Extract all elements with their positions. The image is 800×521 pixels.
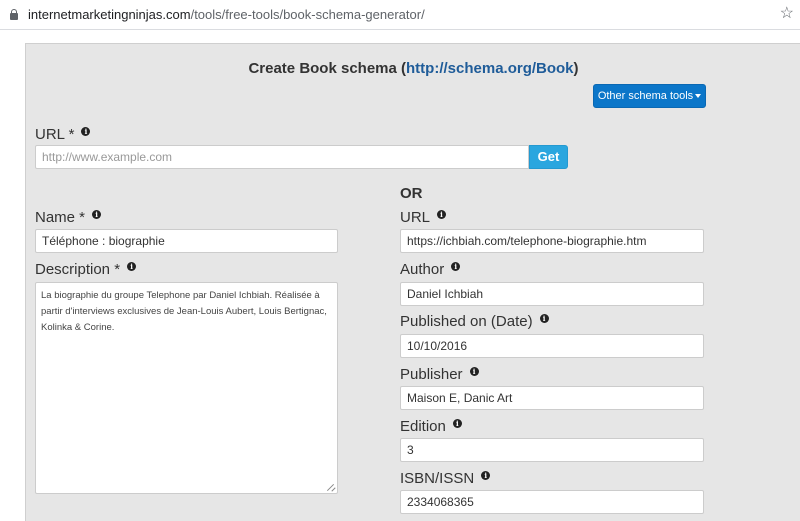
- info-icon[interactable]: i: [469, 367, 479, 376]
- author-label: Author i: [400, 261, 461, 278]
- url-label: URL * i: [35, 126, 91, 143]
- schema-form-panel: Create Book schema (http://schema.org/Bo…: [25, 43, 800, 521]
- isbn-label: ISBN/ISSN i: [400, 470, 491, 487]
- name-input[interactable]: Téléphone : biographie: [35, 229, 338, 253]
- resize-handle-icon[interactable]: [328, 484, 335, 491]
- schema-org-link[interactable]: http://schema.org/Book: [406, 60, 574, 77]
- get-button[interactable]: Get: [529, 145, 568, 169]
- publisher-label: Publisher i: [400, 366, 479, 383]
- author-input[interactable]: Daniel Ichbiah: [400, 282, 704, 306]
- published-label-text: Published on (Date): [400, 313, 533, 330]
- published-date-input[interactable]: 10/10/2016: [400, 334, 704, 358]
- info-icon[interactable]: i: [127, 262, 137, 271]
- edition-input[interactable]: 3: [400, 438, 704, 462]
- other-schema-tools-button[interactable]: Other schema tools: [593, 84, 706, 108]
- isbn-input[interactable]: 2334068365: [400, 490, 704, 514]
- info-icon[interactable]: i: [452, 419, 462, 428]
- url-domain: internetmarketingninjas.com: [28, 7, 191, 22]
- info-icon[interactable]: i: [451, 262, 461, 271]
- description-label: Description * i: [35, 261, 137, 278]
- published-label: Published on (Date) i: [400, 313, 549, 330]
- main-url-input[interactable]: http://www.example.com: [35, 145, 529, 169]
- info-icon[interactable]: i: [481, 471, 491, 480]
- description-textarea[interactable]: La biographie du groupe Telephone par Da…: [35, 282, 338, 494]
- title-suffix: ): [573, 60, 579, 77]
- caret-down-icon: [695, 94, 702, 99]
- publisher-label-text: Publisher: [400, 366, 463, 383]
- info-icon[interactable]: i: [437, 210, 447, 219]
- info-icon[interactable]: i: [81, 127, 91, 136]
- edition-label-text: Edition: [400, 418, 446, 435]
- publisher-input[interactable]: Maison E, Danic Art: [400, 386, 704, 410]
- bookmark-star-icon[interactable]: ☆: [780, 4, 794, 24]
- edition-label: Edition i: [400, 418, 462, 435]
- book-url-input[interactable]: https://ichbiah.com/telephone-biographie…: [400, 229, 704, 253]
- info-icon[interactable]: i: [92, 210, 102, 219]
- isbn-label-text: ISBN/ISSN: [400, 470, 475, 487]
- or-separator: OR: [400, 185, 423, 202]
- title-prefix: Create Book schema (: [248, 60, 407, 77]
- lock-icon: [10, 9, 18, 20]
- url-label-text: URL *: [35, 126, 75, 143]
- book-url-label-text: URL: [400, 209, 431, 226]
- description-label-text: Description *: [35, 261, 121, 278]
- author-label-text: Author: [400, 261, 445, 278]
- browser-address-bar[interactable]: internetmarketingninjas.com/tools/free-t…: [0, 0, 800, 30]
- url-path: /tools/free-tools/book-schema-generator/: [190, 7, 425, 22]
- description-text: La biographie du groupe Telephone par Da…: [41, 290, 327, 333]
- page-title: Create Book schema (http://schema.org/Bo…: [26, 60, 800, 77]
- other-schema-tools-label: Other schema tools: [597, 90, 694, 102]
- book-url-label: URL i: [400, 209, 447, 226]
- info-icon[interactable]: i: [539, 314, 549, 323]
- address-url[interactable]: internetmarketingninjas.com/tools/free-t…: [28, 7, 425, 22]
- name-label-text: Name *: [35, 209, 86, 226]
- name-label: Name * i: [35, 209, 102, 226]
